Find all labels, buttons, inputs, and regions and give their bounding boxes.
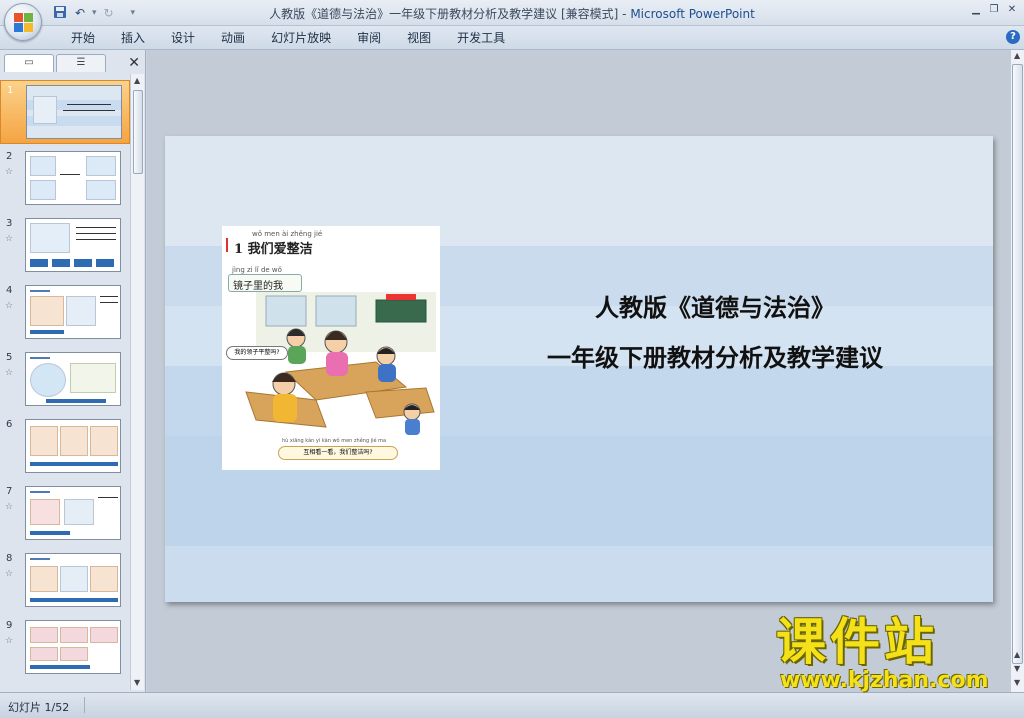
minimize-icon[interactable]: ▁ [970,3,982,17]
animation-star-icon: ☆ [5,234,14,244]
subtitle-text: 镜子里的我 [233,281,283,292]
subtitle-box: 镜子里的我 [228,274,302,292]
current-slide[interactable]: 人教版《道德与法治》 一年级下册教材分析及教学建议 wǒ men ài zhěn… [165,136,993,602]
thumb-number: 5 [6,352,13,363]
thumb-preview [26,85,122,139]
window-controls: ▁ ❐ ✕ [970,3,1018,17]
watermark-logo: 课件站 www.kjzhan.com [770,614,1010,694]
close-window-icon[interactable]: ✕ [1006,3,1018,17]
scroll-down-icon[interactable]: ▼ [1014,678,1020,687]
slides-panel: ▭ ☰ ✕ 1 2 ☆ 3 ☆ 4 ☆ 5 ☆ 6 7 ☆ 8 ☆ 9 ☆ ▲ … [0,50,146,692]
animation-star-icon: ☆ [5,636,14,646]
tab-insert[interactable]: 插入 [108,30,158,46]
window-title: 人教版《道德与法治》一年级下册教材分析及教学建议 [兼容模式] - Micros… [0,5,1024,22]
scroll-thumb[interactable] [133,90,143,174]
tab-developer[interactable]: 开发工具 [444,30,518,46]
thumb-number: 4 [6,285,13,296]
speech-bubble-collar: 我的领子平整吗? [226,346,288,360]
animation-star-icon: ☆ [5,301,14,311]
thumb-preview [25,218,121,272]
tab-slideshow[interactable]: 幻灯片放映 [258,30,344,46]
lesson-number-marker [226,238,228,252]
window-title-doc: 人教版《道德与法治》一年级下册教材分析及教学建议 [兼容模式] - [269,7,631,21]
thumb-preview [25,620,121,674]
status-bar: 幻灯片 1/52 [0,692,1024,718]
thumb-number: 3 [6,218,13,229]
slide-thumbnail-2[interactable]: 2 ☆ [0,147,130,211]
office-button[interactable] [4,3,42,41]
slide-thumbnail-4[interactable]: 4 ☆ [0,281,130,345]
tab-view[interactable]: 视图 [394,30,444,46]
thumb-preview [25,352,121,406]
thumb-number: 7 [6,486,13,497]
thumb-number: 6 [6,419,13,430]
title-bar: ↶ ▾ ↻ ▾ 人教版《道德与法治》一年级下册教材分析及教学建议 [兼容模式] … [0,0,1024,26]
slide-thumbnail-5[interactable]: 5 ☆ [0,348,130,412]
slide-indicator: 幻灯片 1/52 [8,701,70,714]
thumb-preview [25,285,121,339]
animation-star-icon: ☆ [5,502,14,512]
slide-editor: 人教版《道德与法治》 一年级下册教材分析及教学建议 wǒ men ài zhěn… [147,50,1010,692]
maximize-icon[interactable]: ❐ [988,3,1000,17]
help-icon[interactable]: ? [1006,30,1020,44]
panel-tabs: ▭ ☰ ✕ [0,52,146,72]
animation-star-icon: ☆ [5,569,14,579]
thumb-number: 8 [6,553,13,564]
thumbnail-list: 1 2 ☆ 3 ☆ 4 ☆ 5 ☆ 6 7 ☆ 8 ☆ 9 ☆ [0,74,130,690]
animation-star-icon: ☆ [5,167,14,177]
slide-thumbnail-8[interactable]: 8 ☆ [0,549,130,613]
watermark-cn: 课件站 [776,613,938,671]
status-divider [84,697,85,713]
lesson-title: 1 我们爱整洁 [234,242,313,257]
slide-thumbnail-6[interactable]: 6 [0,415,130,479]
slide-title-line1[interactable]: 人教版《道德与法治》 [465,288,965,323]
scroll-down-icon[interactable]: ▼ [134,678,140,687]
tab-outline[interactable]: ☰ [56,54,106,72]
ribbon-tabs: 开始 插入 设计 动画 幻灯片放映 审阅 视图 开发工具 [58,30,518,46]
thumb-preview [25,151,121,205]
window-title-app: Microsoft PowerPoint [630,7,755,21]
ribbon-tabs-bar: 开始 插入 设计 动画 幻灯片放映 审阅 视图 开发工具 ? [0,26,1024,50]
scroll-up-icon[interactable]: ▲ [1014,51,1020,60]
speech2-pinyin: hù xiāng kàn yi kàn wǒ men zhěng jié ma [282,438,387,444]
thumb-preview [25,486,121,540]
tab-animations[interactable]: 动画 [208,30,258,46]
thumb-number: 9 [6,620,13,631]
tab-slides[interactable]: ▭ [4,54,54,72]
speech-bubble-tidy: 互相看一看，我们整洁吗? [278,446,398,460]
thumbnail-scrollbar[interactable]: ▲ ▼ [130,74,144,690]
office-logo-icon [14,13,34,33]
slide-thumbnail-9[interactable]: 9 ☆ [0,616,130,680]
slide-title-line2[interactable]: 一年级下册教材分析及教学建议 [465,338,965,373]
subtitle-pinyin: jìng zi lǐ de wǒ [232,266,282,274]
thumb-preview [25,553,121,607]
close-panel-icon[interactable]: ✕ [128,55,140,71]
slide-thumbnail-1[interactable]: 1 [0,80,130,144]
slide-scrollbar[interactable]: ▲ ▲ ▼ ▼ [1010,50,1024,692]
thumb-number: 2 [6,151,13,162]
tab-review[interactable]: 审阅 [344,30,394,46]
slide-band [165,546,993,602]
next-slide-icon[interactable]: ▼ [1014,664,1020,673]
watermark-url: www.kjzhan.com [780,668,989,693]
tab-home[interactable]: 开始 [58,30,108,46]
textbook-image[interactable]: wǒ men ài zhěng jié 1 我们爱整洁 jìng zi lǐ d… [222,226,440,470]
slide-thumbnail-3[interactable]: 3 ☆ [0,214,130,278]
classroom-illustration [245,292,436,435]
thumb-preview [25,419,121,473]
tab-design[interactable]: 设计 [158,30,208,46]
animation-star-icon: ☆ [5,368,14,378]
prev-slide-icon[interactable]: ▲ [1014,650,1020,659]
slide-thumbnail-7[interactable]: 7 ☆ [0,482,130,546]
lesson-pinyin: wǒ men ài zhěng jié [252,230,323,238]
scroll-thumb[interactable] [1012,64,1023,664]
scroll-up-icon[interactable]: ▲ [134,76,140,85]
thumb-number: 1 [7,85,14,96]
